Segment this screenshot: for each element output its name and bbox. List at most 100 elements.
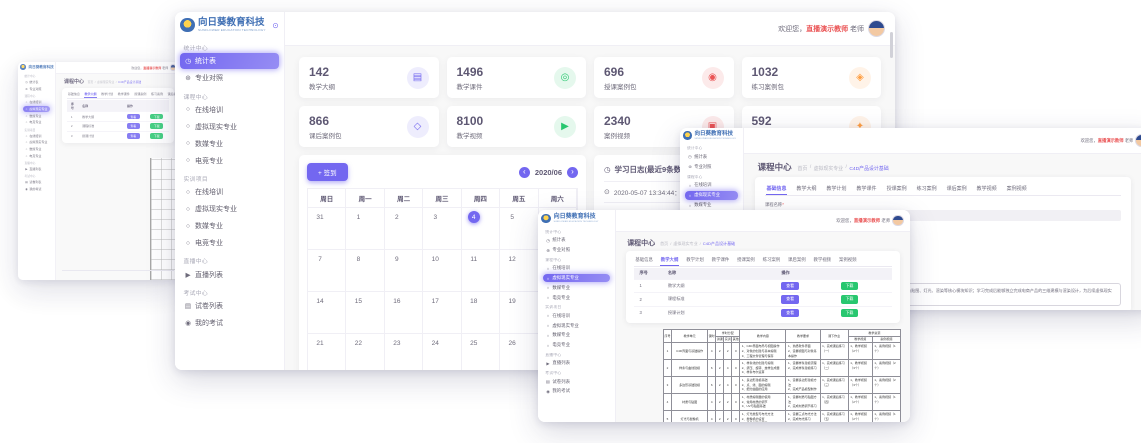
sidebar-item[interactable]: ◷ 统计表	[23, 79, 50, 85]
sidebar-item[interactable]: 统计中心	[180, 43, 279, 52]
sidebar-item[interactable]: ◉ 我的考试	[180, 315, 279, 331]
tab[interactable]: 教学课件	[117, 92, 130, 99]
tab[interactable]: 课后案例	[946, 185, 967, 196]
sidebar-item[interactable]: ○ 在线培训	[685, 181, 738, 190]
sidebar-item[interactable]: ⊛ 专业对照	[685, 162, 738, 171]
view-button[interactable]: 查看	[781, 295, 799, 303]
sidebar-item[interactable]: ⊛ 专业对照	[543, 246, 610, 255]
calendar-day[interactable]: 4	[462, 207, 500, 249]
sidebar-item[interactable]: ⊛ 专业对照	[23, 86, 50, 92]
download-button[interactable]: 下载	[841, 282, 859, 290]
sidebar-item[interactable]: ○ 虚拟现实专业	[23, 106, 50, 112]
tab[interactable]: 练习案例	[916, 185, 937, 196]
avatar[interactable]	[868, 20, 886, 38]
download-button[interactable]: 下载	[150, 123, 163, 129]
sidebar-item[interactable]: ○ 虚拟现实专业	[543, 274, 610, 283]
tab[interactable]: 案例视频	[839, 257, 857, 266]
calendar-day[interactable]: 25	[462, 333, 500, 370]
sidebar-item[interactable]: 课程中心	[543, 258, 610, 263]
sidebar-item[interactable]: ▶ 直播列表	[543, 359, 610, 368]
sidebar-item[interactable]: 直播中心	[180, 256, 279, 265]
calendar-day[interactable]: 7	[308, 249, 346, 291]
calendar-day[interactable]: 1	[346, 207, 384, 249]
sidebar-item[interactable]: ○ 数媒专业	[180, 136, 279, 152]
calendar-day[interactable]: 12	[500, 249, 538, 291]
view-button[interactable]: 查看	[127, 133, 140, 139]
sidebar-item[interactable]: 考试中心	[23, 174, 50, 178]
calendar-day[interactable]: 26	[500, 333, 538, 370]
sidebar-item[interactable]: ○ 电竞专业	[23, 153, 50, 159]
avatar[interactable]	[1135, 134, 1141, 148]
tab[interactable]: 教学视频	[976, 185, 997, 196]
tab[interactable]: 基础信息	[68, 92, 81, 99]
sidebar-item[interactable]: 考试中心	[543, 371, 610, 376]
sidebar-item[interactable]: 课程中心	[180, 92, 279, 101]
sidebar-item[interactable]: ○ 在线培训	[543, 311, 610, 320]
sidebar-item[interactable]: ○ 虚拟现实专业	[543, 321, 610, 330]
sidebar-item[interactable]: ▶ 直播列表	[180, 267, 279, 283]
tab[interactable]: 教学大纲	[84, 92, 97, 99]
calendar-day[interactable]: 3	[423, 207, 461, 249]
sidebar-item[interactable]: ○ 数媒专业	[685, 201, 738, 210]
tab[interactable]: 授课案例	[134, 92, 147, 99]
sidebar-item[interactable]: 实训项目	[543, 305, 610, 310]
calendar-day[interactable]: 19	[500, 291, 538, 333]
sidebar-item[interactable]: ○ 电竞专业	[543, 341, 610, 350]
tab[interactable]: 基础信息	[635, 257, 653, 266]
calendar-day[interactable]: 22	[346, 333, 384, 370]
calendar-day[interactable]: 10	[423, 249, 461, 291]
sidebar-item[interactable]: ○ 虚拟现实专业	[180, 119, 279, 135]
tab[interactable]: 基础信息	[766, 185, 787, 196]
sidebar-item[interactable]: ◉ 我的考试	[543, 387, 610, 396]
tab[interactable]: 练习案例	[762, 257, 780, 266]
next-month-button[interactable]: ›	[567, 167, 578, 178]
sidebar-item[interactable]: ◷ 统计表	[543, 236, 610, 245]
calendar-day[interactable]: 31	[308, 207, 346, 249]
tab[interactable]: 授课案例	[737, 257, 755, 266]
sidebar-item[interactable]: 统计中心	[685, 146, 738, 151]
sidebar-item[interactable]: ○ 虚拟现实专业	[23, 139, 50, 145]
sidebar-item[interactable]: 课程中心	[23, 94, 50, 98]
tab[interactable]: 教学课件	[711, 257, 729, 266]
tab[interactable]: 教学视频	[813, 257, 831, 266]
prev-month-button[interactable]: ‹	[519, 167, 530, 178]
sidebar-item[interactable]: ▶ 直播列表	[23, 166, 50, 172]
sidebar-item[interactable]: ○ 数媒专业	[180, 218, 279, 234]
calendar-day[interactable]: 8	[346, 249, 384, 291]
calendar-day[interactable]: 21	[308, 333, 346, 370]
tab[interactable]: 练习案例	[151, 92, 164, 99]
calendar-day[interactable]: 23	[385, 333, 423, 370]
sidebar-item[interactable]: 实训项目	[180, 174, 279, 183]
calendar-day[interactable]: 11	[462, 249, 500, 291]
tab[interactable]: 授课案例	[886, 185, 907, 196]
sidebar-item[interactable]: ○ 在线培训	[180, 184, 279, 200]
sidebar-item[interactable]: 考试中心	[180, 288, 279, 297]
sidebar-item[interactable]: ○ 数媒专业	[23, 146, 50, 152]
sidebar-item[interactable]: ⊛ 专业对照	[180, 70, 279, 86]
sidebar-item[interactable]: 实训项目	[23, 128, 50, 132]
sidebar-item[interactable]: ○ 数媒专业	[543, 331, 610, 340]
sidebar-item[interactable]: 直播中心	[23, 161, 50, 165]
tab[interactable]: 教学课件	[856, 185, 877, 196]
tab[interactable]: 课后案例	[788, 257, 806, 266]
download-button[interactable]: 下载	[841, 309, 859, 317]
sidebar-item[interactable]: ▤ 试卷列表	[543, 377, 610, 386]
sidebar-item[interactable]: ◷ 统计表	[685, 152, 738, 161]
breadcrumb[interactable]: 首页/虚拟现实专业/C4D产品设计基础	[88, 80, 142, 84]
scrollbar[interactable]	[890, 32, 893, 58]
view-button[interactable]: 查看	[127, 123, 140, 129]
sidebar-item[interactable]: ○ 数媒专业	[543, 283, 610, 292]
sidebar-item[interactable]: ▤ 试卷列表	[23, 179, 50, 185]
tab[interactable]: 教学计划	[826, 185, 847, 196]
calendar-day[interactable]: 24	[423, 333, 461, 370]
sidebar-toggle-icon[interactable]: ⊙	[272, 21, 278, 30]
calendar-day[interactable]: 5	[500, 207, 538, 249]
sidebar-item[interactable]: 统计中心	[543, 230, 610, 235]
view-button[interactable]: 查看	[781, 309, 799, 317]
calendar-day[interactable]: 17	[423, 291, 461, 333]
sidebar-item[interactable]: ○ 在线培训	[23, 99, 50, 105]
sidebar-item[interactable]: ○ 数媒专业	[23, 113, 50, 119]
sidebar-item[interactable]: ○ 在线培训	[23, 133, 50, 139]
sidebar-item[interactable]: ○ 在线培训	[543, 264, 610, 273]
breadcrumb[interactable]: 首页/虚拟现实专业/C4D产品设计基础	[798, 165, 889, 172]
